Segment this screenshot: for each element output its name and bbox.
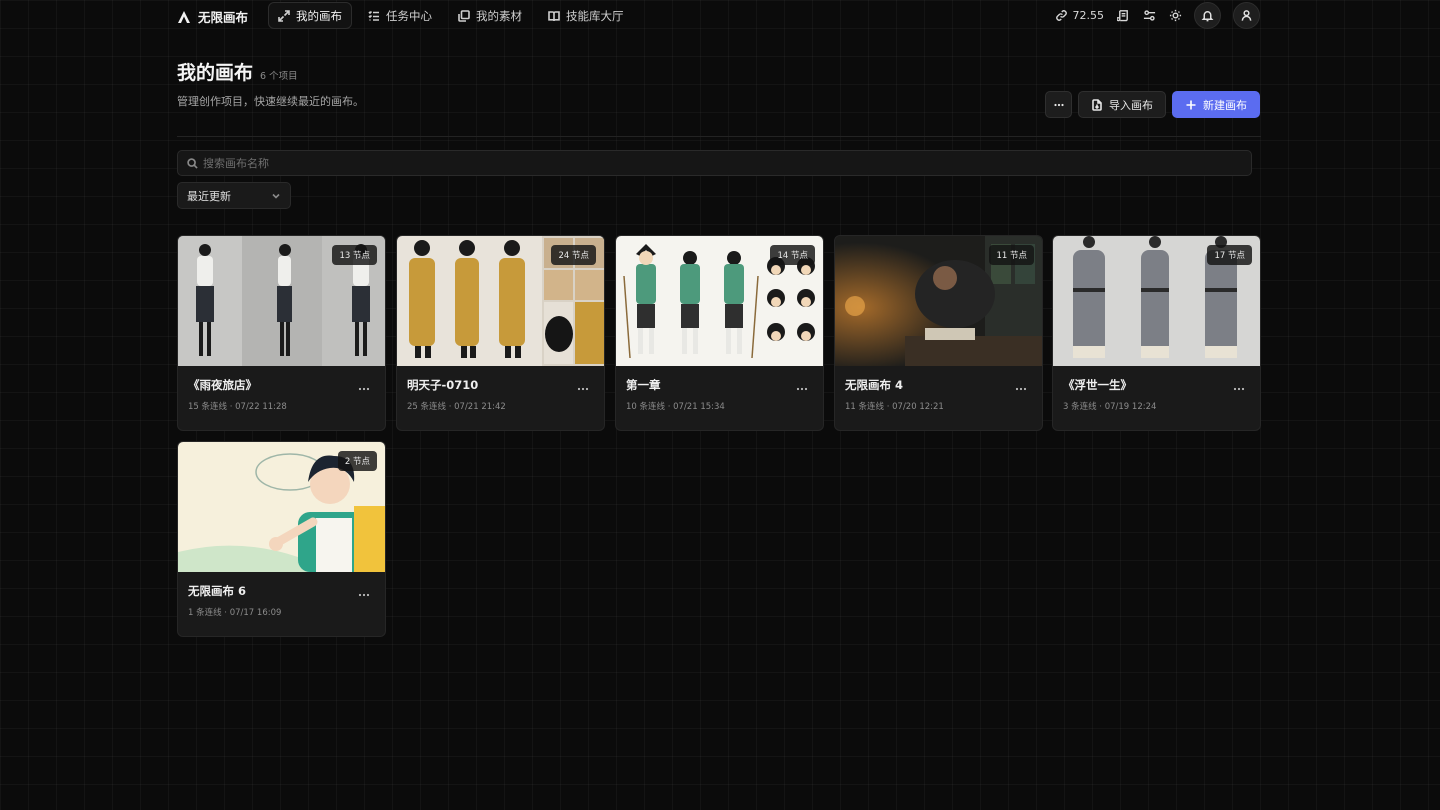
sort-selected: 最近更新 [187, 189, 231, 203]
page-title: 我的画布 [177, 62, 254, 84]
logo-icon [178, 10, 190, 23]
theme-sun-icon[interactable] [1168, 9, 1182, 23]
canvas-thumbnail: 14 节点 [616, 236, 823, 366]
canvas-card[interactable]: 11 节点 无限画布 4 11 条连线 · 07/20 12:21 [834, 235, 1043, 431]
canvas-card[interactable]: 17 节点 《浮世一生》 3 条连线 · 07/19 12:24 [1052, 235, 1261, 431]
ellipsis-icon [796, 387, 808, 391]
canvas-thumbnail: 24 节点 [397, 236, 604, 366]
nav-label: 技能库大厅 [566, 8, 624, 23]
main-nav: 我的画布 任务中心 我的素材 技能库大厅 [268, 2, 634, 29]
nav-task-center[interactable]: 任务中心 [358, 2, 442, 29]
search-icon [187, 157, 198, 169]
node-count-badge: 24 节点 [551, 245, 596, 265]
canvas-meta: 25 条连线 · 07/21 21:42 [407, 402, 506, 412]
project-count: 6 个项目 [260, 71, 298, 82]
file-import-icon [1092, 98, 1102, 111]
header-actions: 导入画布 新建画布 [1045, 91, 1260, 118]
nav-skill-hall[interactable]: 技能库大厅 [538, 2, 634, 29]
plus-icon [1186, 100, 1196, 109]
canvas-title: 无限画布 4 [845, 378, 904, 392]
canvas-title: 第一章 [626, 378, 661, 392]
settings-sliders-icon[interactable] [1142, 9, 1156, 23]
assets-icon [458, 9, 470, 22]
card-menu-button[interactable] [357, 585, 371, 597]
canvas-card[interactable]: 24 节点 明天子-0710 25 条连线 · 07/21 21:42 [396, 235, 605, 431]
brand[interactable]: 无限画布 [177, 7, 248, 26]
nav-label: 我的素材 [476, 8, 522, 23]
canvas-card[interactable]: 2 节点 无限画布 6 1 条连线 · 07/17 16:09 [177, 441, 386, 637]
ellipsis-icon [358, 387, 370, 391]
page-subtitle: 管理创作项目，快速继续最近的画布。 [177, 95, 364, 108]
scroll-icon[interactable] [1116, 9, 1130, 23]
task-list-icon [368, 10, 379, 21]
notification-button[interactable] [1194, 2, 1221, 29]
canvas-meta: 15 条连线 · 07/22 11:28 [188, 402, 287, 412]
canvas-title: 明天子-0710 [407, 378, 479, 392]
node-count-badge: 14 节点 [770, 245, 815, 265]
user-icon [1241, 10, 1252, 21]
search-input[interactable] [203, 156, 1203, 170]
nav-my-assets[interactable]: 我的素材 [448, 2, 532, 29]
nav-label: 我的画布 [296, 8, 342, 23]
ellipsis-icon [1015, 387, 1027, 391]
node-count-badge: 2 节点 [337, 451, 377, 471]
search-box [177, 150, 1252, 176]
canvas-card[interactable]: 13 节点 《雨夜旅店》 15 条连线 · 07/22 11:28 [177, 235, 386, 431]
card-menu-button[interactable] [1014, 379, 1028, 391]
nav-label: 任务中心 [386, 8, 432, 23]
canvas-meta: 11 条连线 · 07/20 12:21 [845, 402, 944, 412]
top-bar: 无限画布 我的画布 任务中心 我的素材 技能库大厅 72.55 [0, 0, 1440, 32]
canvas-title: 无限画布 6 [188, 584, 247, 598]
canvas-thumbnail: 17 节点 [1053, 236, 1260, 366]
card-menu-button[interactable] [576, 379, 590, 391]
canvas-thumbnail: 13 节点 [178, 236, 385, 366]
nav-my-canvas[interactable]: 我的画布 [268, 2, 352, 29]
import-canvas-button[interactable]: 导入画布 [1078, 91, 1166, 118]
ellipsis-icon [577, 387, 589, 391]
node-count-badge: 13 节点 [332, 245, 377, 265]
canvas-title: 《雨夜旅店》 [188, 378, 257, 392]
card-menu-button[interactable] [795, 379, 809, 391]
card-menu-button[interactable] [357, 379, 371, 391]
right-tools: 72.55 [1055, 2, 1260, 29]
new-label: 新建画布 [1203, 98, 1247, 112]
ellipsis-icon [1233, 387, 1245, 391]
credits-value: 72.55 [1072, 9, 1105, 22]
new-canvas-button[interactable]: 新建画布 [1172, 91, 1260, 118]
app-name: 无限画布 [198, 10, 249, 25]
canvas-meta: 1 条连线 · 07/17 16:09 [188, 608, 282, 618]
sort-select[interactable]: 最近更新 [177, 182, 291, 209]
canvas-meta: 10 条连线 · 07/21 15:34 [626, 402, 725, 412]
ellipsis-icon [1053, 103, 1064, 106]
canvas-card[interactable]: 14 节点 第一章 10 条连线 · 07/21 15:34 [615, 235, 824, 431]
node-count-badge: 17 节点 [1207, 245, 1252, 265]
header-divider [177, 136, 1261, 137]
credits[interactable]: 72.55 [1055, 9, 1105, 23]
canvas-thumbnail: 2 节点 [178, 442, 385, 572]
node-count-badge: 11 节点 [989, 245, 1034, 265]
book-icon [548, 10, 560, 21]
chevron-down-icon [272, 193, 280, 199]
canvas-title: 《浮世一生》 [1063, 378, 1132, 392]
ellipsis-icon [358, 593, 370, 597]
canvas-thumbnail: 11 节点 [835, 236, 1042, 366]
expand-arrows-icon [278, 9, 290, 22]
bell-icon [1201, 11, 1214, 22]
user-avatar-button[interactable] [1233, 2, 1260, 29]
more-options-button[interactable] [1045, 91, 1072, 118]
link-icon [1055, 9, 1069, 23]
canvas-meta: 3 条连线 · 07/19 12:24 [1063, 402, 1157, 412]
card-menu-button[interactable] [1232, 379, 1246, 391]
import-label: 导入画布 [1109, 98, 1153, 112]
